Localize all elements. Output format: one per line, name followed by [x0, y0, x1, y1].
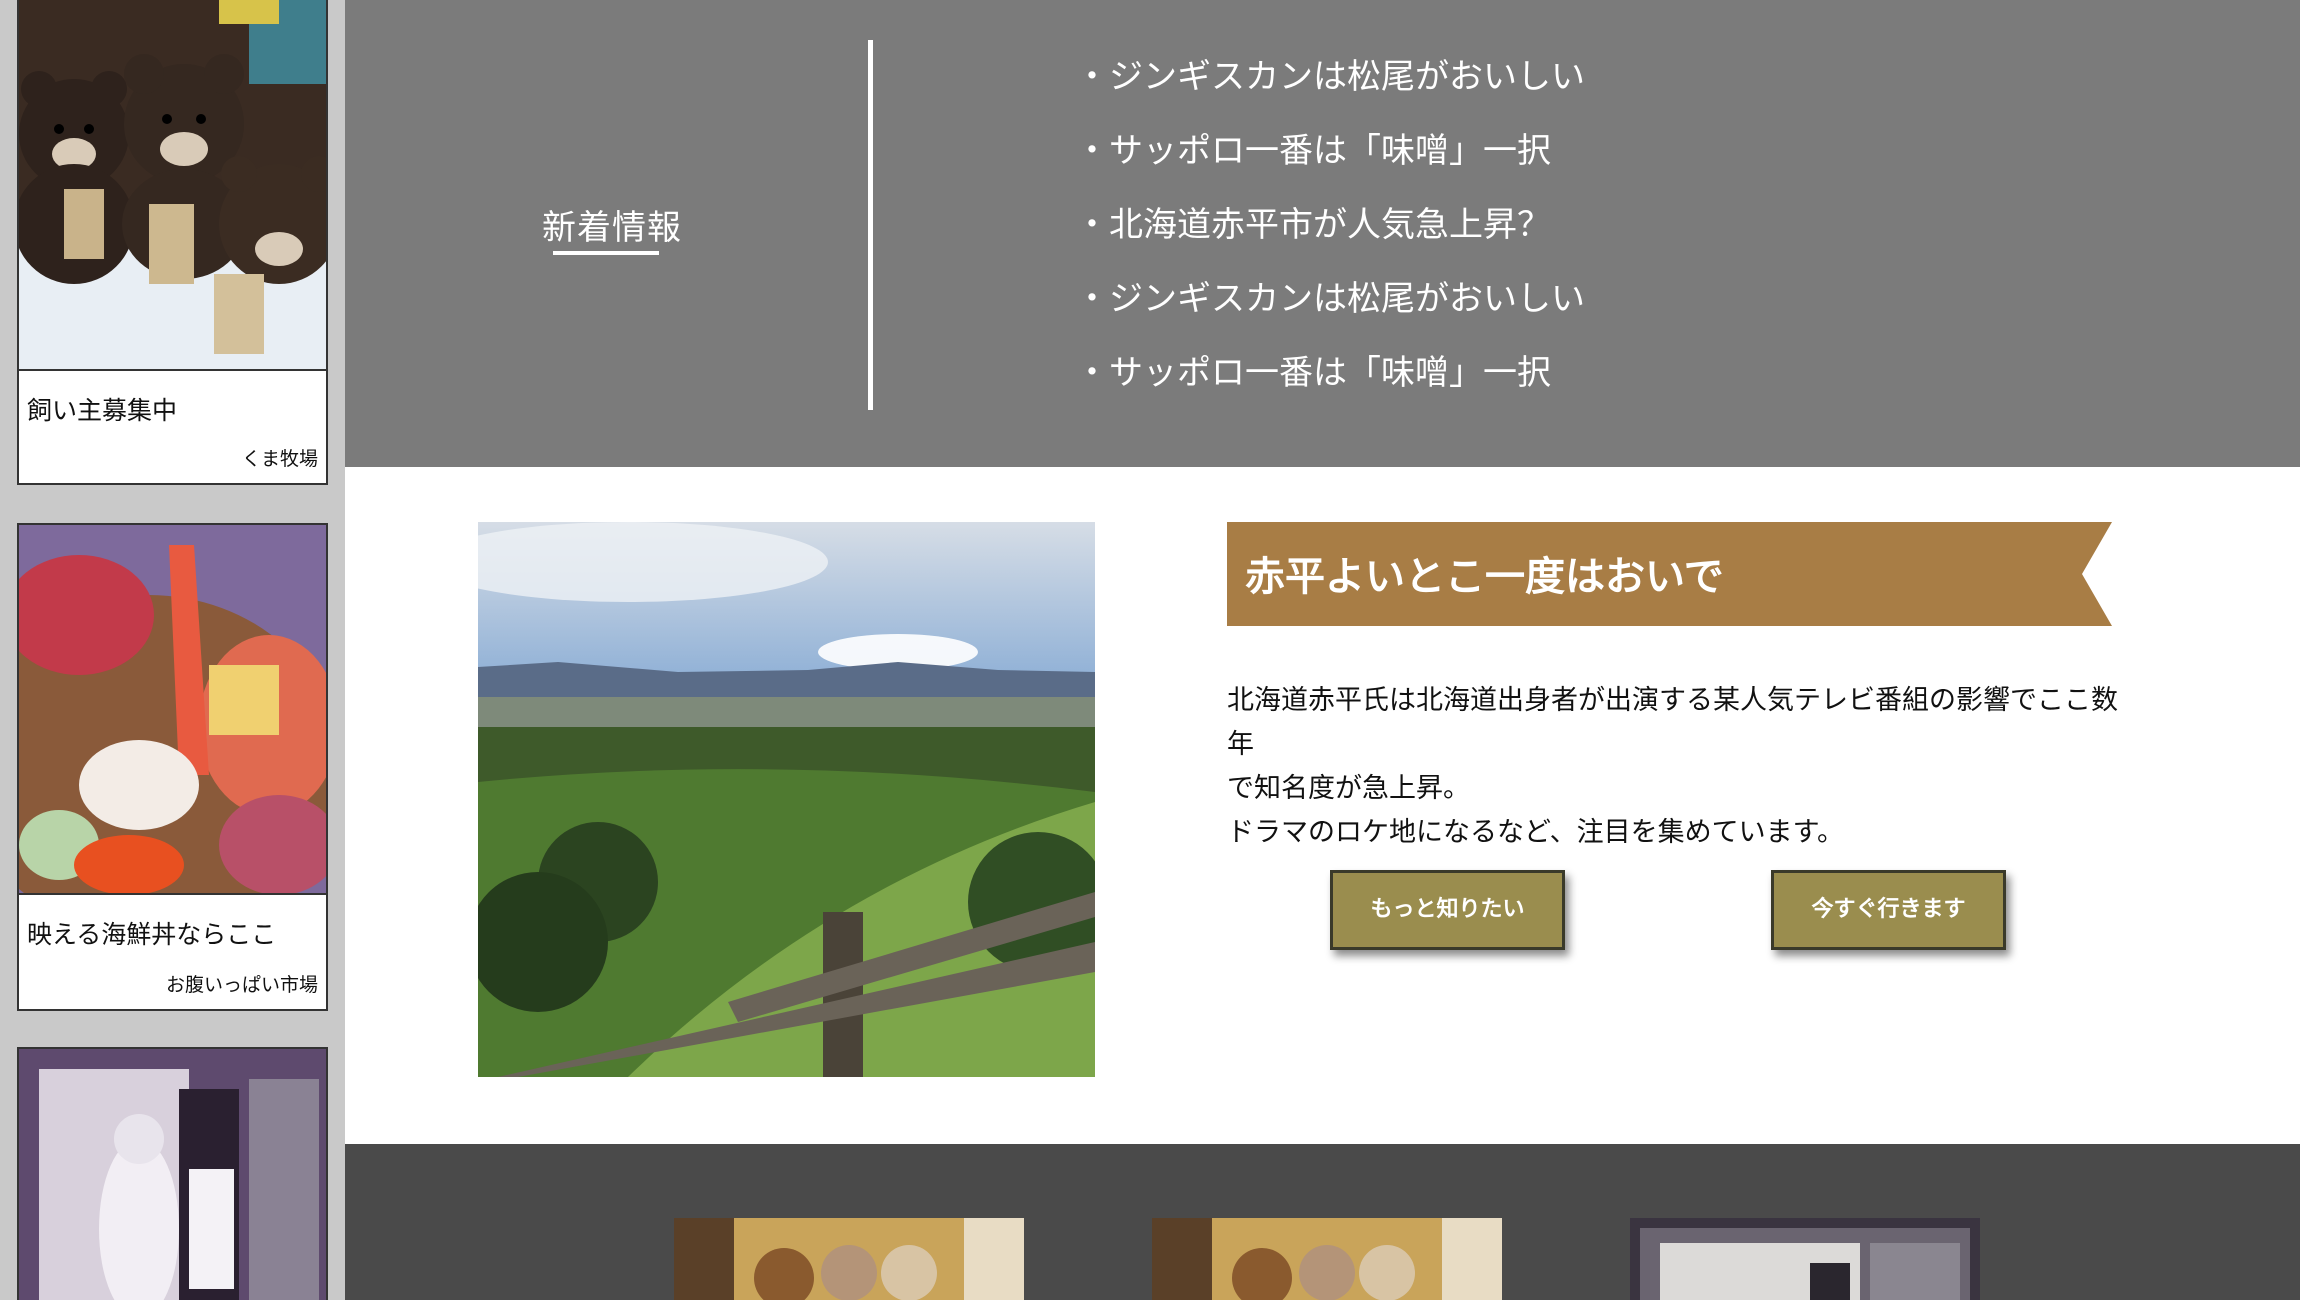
gallery-photo-bears[interactable]: [1152, 1218, 1502, 1300]
akabira-landscape-photo: [478, 522, 1095, 1077]
go-now-button[interactable]: 今すぐ行きます: [1771, 870, 2006, 950]
news-item[interactable]: サッポロ一番は「味噌」一択: [1075, 127, 1585, 201]
card-source: くま牧場: [241, 448, 318, 470]
news-item[interactable]: ジンギスカンは松尾がおいしい: [1075, 275, 1585, 349]
gallery-photo-bears[interactable]: [674, 1218, 1024, 1300]
card-source: お腹いっぱい市場: [165, 974, 318, 996]
news-heading: 新着情報: [542, 208, 682, 248]
news-item[interactable]: 北海道赤平市が人気急上昇？: [1075, 201, 1585, 275]
feature-title: 赤平よいとこ一度はおいで: [1245, 554, 1724, 600]
card-caption: 飼い主募集中: [27, 396, 178, 425]
gallery-section: [345, 1144, 2300, 1300]
feature-section: 赤平よいとこ一度はおいで 北海道赤平氏は北海道出身者が出演する某人気テレビ番組の…: [345, 467, 2300, 1144]
sidebar-card-bears[interactable]: 飼い主募集中 くま牧場: [17, 0, 328, 485]
news-heading-underline: [553, 251, 659, 255]
feature-body-line: で知名度が急上昇。: [1227, 773, 1470, 804]
feature-description: 北海道赤平氏は北海道出身者が出演する某人気テレビ番組の影響でここ数年 で知名度が…: [1227, 679, 2127, 855]
news-item[interactable]: ジンギスカンは松尾がおいしい: [1075, 53, 1585, 127]
learn-more-button[interactable]: もっと知りたい: [1330, 870, 1565, 950]
news-item[interactable]: サッポロ一番は「味噌」一択: [1075, 349, 1585, 423]
sidebar-card-seafood[interactable]: 映える海鮮丼ならここ お腹いっぱい市場: [17, 523, 328, 1011]
sidebar: 飼い主募集中 くま牧場 映える海鮮丼ならここ お腹いっぱい市場: [0, 0, 345, 1300]
bears-photo: [19, 0, 326, 371]
feature-body-line: 北海道赤平氏は北海道出身者が出演する某人気テレビ番組の影響でここ数年: [1227, 685, 2118, 760]
card-caption: 映える海鮮丼ならここ: [27, 920, 277, 949]
feature-title-banner: 赤平よいとこ一度はおいで: [1227, 522, 2112, 626]
news-list: ジンギスカンは松尾がおいしい サッポロ一番は「味噌」一択 北海道赤平市が人気急上…: [1075, 53, 1585, 423]
seafood-bowl-photo: [19, 525, 326, 895]
gallery-photo-figures[interactable]: [1630, 1218, 1980, 1300]
news-divider: [868, 40, 873, 410]
feature-body-line: ドラマのロケ地になるなど、注目を集めています。: [1227, 817, 1844, 848]
news-section: 新着情報 ジンギスカンは松尾がおいしい サッポロ一番は「味噌」一択 北海道赤平市…: [345, 0, 2300, 467]
sidebar-card-figures[interactable]: [17, 1047, 328, 1300]
anime-figures-photo: [19, 1049, 326, 1300]
